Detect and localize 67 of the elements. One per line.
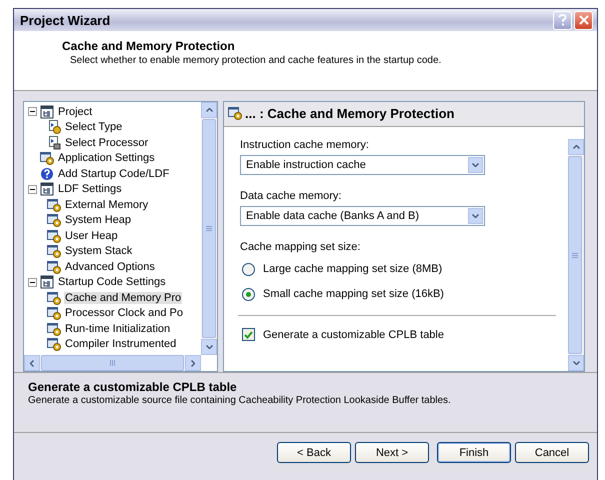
settings-page-icon xyxy=(47,198,61,212)
radio-button[interactable] xyxy=(242,288,255,300)
close-button[interactable] xyxy=(574,10,593,30)
group-icon xyxy=(40,275,54,290)
radio-button[interactable] xyxy=(242,262,255,276)
settings-page-icon xyxy=(47,290,61,305)
option-label[interactable]: Large cache mapping set size (8MB) xyxy=(263,263,442,275)
tree-item[interactable]: Project xyxy=(57,106,94,118)
page-title: Cache and Memory Protection xyxy=(62,39,236,53)
dropdown[interactable]: Enable data cache (Banks A and B) xyxy=(240,206,485,226)
tree-item[interactable]: Advanced Options xyxy=(64,260,156,273)
wizard-button[interactable]: < Back xyxy=(277,442,351,463)
description-title: Generate a customizable CPLB table xyxy=(28,380,238,394)
chip-page-icon xyxy=(47,136,61,150)
field-label: Instruction cache memory: xyxy=(240,139,370,151)
tree-item[interactable]: System Stack xyxy=(64,245,134,258)
settings-page-icon xyxy=(47,228,61,243)
settings-page-icon xyxy=(47,260,61,274)
tree-item[interactable]: LDF Settings xyxy=(57,183,123,196)
settings-page-icon xyxy=(47,306,61,320)
checkbox[interactable] xyxy=(242,328,255,341)
settings-page-icon xyxy=(228,106,242,120)
grip-icon xyxy=(110,360,115,366)
checkbox-label[interactable]: Generate a customizable CPLB table xyxy=(263,328,444,340)
tree-item[interactable]: Cache and Memory Pro xyxy=(64,292,182,304)
page-subtitle: Select whether to enable memory protection and cache features in the startup code. xyxy=(70,55,442,66)
option-label[interactable]: Small cache mapping set size (16kB) xyxy=(263,288,444,300)
help-icon xyxy=(558,14,567,26)
tree-item[interactable]: Run-time Initialization xyxy=(64,322,172,335)
settings-page-icon xyxy=(47,337,61,352)
settings-page-icon xyxy=(47,322,61,336)
tree-item[interactable]: External Memory xyxy=(64,198,150,211)
close-icon xyxy=(578,15,588,25)
question-icon xyxy=(40,166,54,181)
grip-icon xyxy=(206,226,212,231)
window-title: Project Wizard xyxy=(20,12,112,28)
tree-item[interactable]: Select Processor xyxy=(64,136,150,149)
panel-title: ... : Cache and Memory Protection xyxy=(245,106,454,120)
dropdown[interactable]: Enable instruction cache xyxy=(240,155,485,175)
field-label: Data cache memory: xyxy=(240,190,342,202)
wizard-button[interactable]: Next > xyxy=(355,442,429,463)
settings-page-icon xyxy=(47,244,61,258)
tree-item[interactable]: Startup Code Settings xyxy=(57,276,167,288)
field-label: Cache mapping set size: xyxy=(240,241,362,253)
description-text: Generate a customizable source file containing Cacheability Protection Lookaside Buffer tables. xyxy=(28,395,452,406)
wizard-button[interactable]: Cancel xyxy=(515,442,589,463)
tree-item[interactable]: Application Settings xyxy=(57,152,156,164)
tree-item[interactable]: User Heap xyxy=(64,230,119,242)
settings-page-icon xyxy=(47,213,61,228)
vertical-scrollbar[interactable] xyxy=(201,102,217,355)
tree-item[interactable]: Select Type xyxy=(64,121,124,134)
horizontal-scrollbar[interactable] xyxy=(24,355,201,371)
grip-icon xyxy=(572,252,578,258)
tree-item[interactable]: Add Startup Code/LDF xyxy=(57,168,170,180)
group-icon xyxy=(40,104,54,119)
collapse-toggle[interactable] xyxy=(28,278,37,287)
settings-page-icon xyxy=(40,151,54,166)
tree-item[interactable]: Compiler Instrumented xyxy=(64,338,178,350)
check-icon xyxy=(244,330,253,338)
group-icon xyxy=(40,182,54,196)
collapse-toggle[interactable] xyxy=(28,107,37,116)
tree-item[interactable]: Processor Clock and Po xyxy=(64,307,184,320)
step-page-icon xyxy=(47,120,61,134)
collapse-toggle[interactable] xyxy=(28,184,37,194)
wizard-button[interactable]: Finish xyxy=(437,442,511,463)
tree-item[interactable]: System Heap xyxy=(64,214,132,226)
vertical-scrollbar[interactable] xyxy=(568,139,584,371)
